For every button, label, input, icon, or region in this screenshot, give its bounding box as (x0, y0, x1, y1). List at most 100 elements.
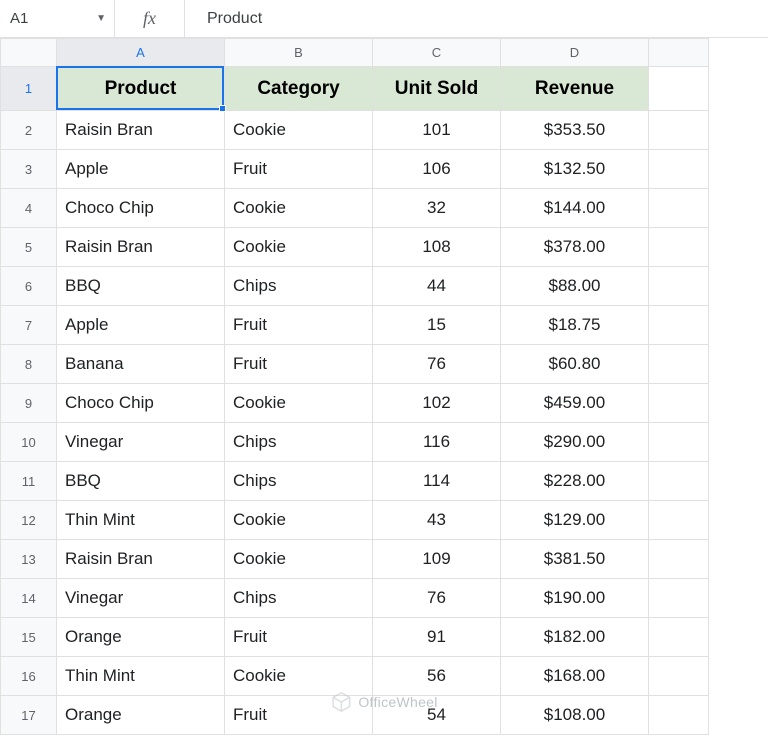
cell[interactable]: $18.75 (501, 306, 649, 345)
cell[interactable]: $381.50 (501, 540, 649, 579)
cell[interactable]: BBQ (57, 462, 225, 501)
cell[interactable]: Thin Mint (57, 657, 225, 696)
cell[interactable] (649, 228, 709, 267)
row-header[interactable]: 8 (1, 345, 57, 384)
cell[interactable] (649, 150, 709, 189)
cell[interactable]: Cookie (225, 189, 373, 228)
fx-icon[interactable]: fx (115, 0, 185, 37)
column-header-e[interactable] (649, 39, 709, 67)
cell[interactable]: $378.00 (501, 228, 649, 267)
cell[interactable]: Cookie (225, 384, 373, 423)
cell[interactable]: $290.00 (501, 423, 649, 462)
cell[interactable]: $168.00 (501, 657, 649, 696)
cell[interactable]: 91 (373, 618, 501, 657)
cell[interactable]: Thin Mint (57, 501, 225, 540)
cell[interactable]: $182.00 (501, 618, 649, 657)
cell[interactable]: $60.80 (501, 345, 649, 384)
row-header[interactable]: 11 (1, 462, 57, 501)
cell[interactable]: Orange (57, 618, 225, 657)
cell-d1[interactable]: Revenue (501, 67, 649, 111)
cell[interactable]: $353.50 (501, 111, 649, 150)
cell[interactable]: 56 (373, 657, 501, 696)
cell[interactable]: 101 (373, 111, 501, 150)
cell[interactable]: 76 (373, 345, 501, 384)
cell[interactable]: $190.00 (501, 579, 649, 618)
row-header[interactable]: 5 (1, 228, 57, 267)
cell[interactable]: Cookie (225, 228, 373, 267)
cell[interactable]: Chips (225, 579, 373, 618)
row-header[interactable]: 7 (1, 306, 57, 345)
cell[interactable]: Vinegar (57, 579, 225, 618)
cell[interactable]: 54 (373, 696, 501, 735)
cell[interactable]: 43 (373, 501, 501, 540)
row-header[interactable]: 17 (1, 696, 57, 735)
column-header-c[interactable]: C (373, 39, 501, 67)
row-header[interactable]: 16 (1, 657, 57, 696)
cell[interactable]: Chips (225, 462, 373, 501)
cell[interactable]: $144.00 (501, 189, 649, 228)
cell[interactable]: 44 (373, 267, 501, 306)
cell[interactable]: Choco Chip (57, 384, 225, 423)
cell[interactable] (649, 267, 709, 306)
cell[interactable]: Vinegar (57, 423, 225, 462)
cell[interactable]: Apple (57, 150, 225, 189)
cell[interactable]: 106 (373, 150, 501, 189)
cell[interactable] (649, 618, 709, 657)
cell[interactable]: Orange (57, 696, 225, 735)
cell[interactable] (649, 423, 709, 462)
cell[interactable]: Chips (225, 423, 373, 462)
cell[interactable]: Fruit (225, 345, 373, 384)
column-header-b[interactable]: B (225, 39, 373, 67)
cell[interactable]: Cookie (225, 111, 373, 150)
row-header[interactable]: 2 (1, 111, 57, 150)
chevron-down-icon[interactable]: ▼ (96, 13, 106, 24)
cell[interactable]: $88.00 (501, 267, 649, 306)
cell[interactable]: $459.00 (501, 384, 649, 423)
cell[interactable] (649, 696, 709, 735)
cell[interactable]: Fruit (225, 696, 373, 735)
cell[interactable]: Raisin Bran (57, 111, 225, 150)
cell[interactable] (649, 501, 709, 540)
cell[interactable] (649, 189, 709, 228)
cell[interactable]: $108.00 (501, 696, 649, 735)
cell[interactable]: Chips (225, 267, 373, 306)
cell[interactable]: BBQ (57, 267, 225, 306)
cell[interactable]: Raisin Bran (57, 228, 225, 267)
cell[interactable]: 15 (373, 306, 501, 345)
cell[interactable] (649, 657, 709, 696)
cell[interactable]: $132.50 (501, 150, 649, 189)
row-header[interactable]: 6 (1, 267, 57, 306)
cell-b1[interactable]: Category (225, 67, 373, 111)
cell[interactable]: 108 (373, 228, 501, 267)
cell[interactable] (649, 540, 709, 579)
cell[interactable] (649, 462, 709, 501)
cell[interactable] (649, 111, 709, 150)
row-header[interactable]: 13 (1, 540, 57, 579)
cell[interactable]: Choco Chip (57, 189, 225, 228)
cell[interactable]: $129.00 (501, 501, 649, 540)
cell-c1[interactable]: Unit Sold (373, 67, 501, 111)
cell[interactable]: 114 (373, 462, 501, 501)
row-header[interactable]: 9 (1, 384, 57, 423)
cell[interactable]: Cookie (225, 501, 373, 540)
cell[interactable]: 116 (373, 423, 501, 462)
cell[interactable]: Apple (57, 306, 225, 345)
row-header[interactable]: 12 (1, 501, 57, 540)
cell[interactable]: 76 (373, 579, 501, 618)
cell[interactable]: 32 (373, 189, 501, 228)
row-header[interactable]: 1 (1, 67, 57, 111)
cell[interactable] (649, 67, 709, 111)
select-all-corner[interactable] (1, 39, 57, 67)
cell[interactable]: Raisin Bran (57, 540, 225, 579)
row-header[interactable]: 15 (1, 618, 57, 657)
column-header-a[interactable]: A (57, 39, 225, 67)
cell[interactable]: Fruit (225, 306, 373, 345)
row-header[interactable]: 14 (1, 579, 57, 618)
row-header[interactable]: 3 (1, 150, 57, 189)
cell[interactable] (649, 306, 709, 345)
cell-a1[interactable]: Product (57, 67, 225, 111)
cell[interactable]: Fruit (225, 150, 373, 189)
cell[interactable]: Cookie (225, 657, 373, 696)
column-header-d[interactable]: D (501, 39, 649, 67)
cell[interactable]: 109 (373, 540, 501, 579)
